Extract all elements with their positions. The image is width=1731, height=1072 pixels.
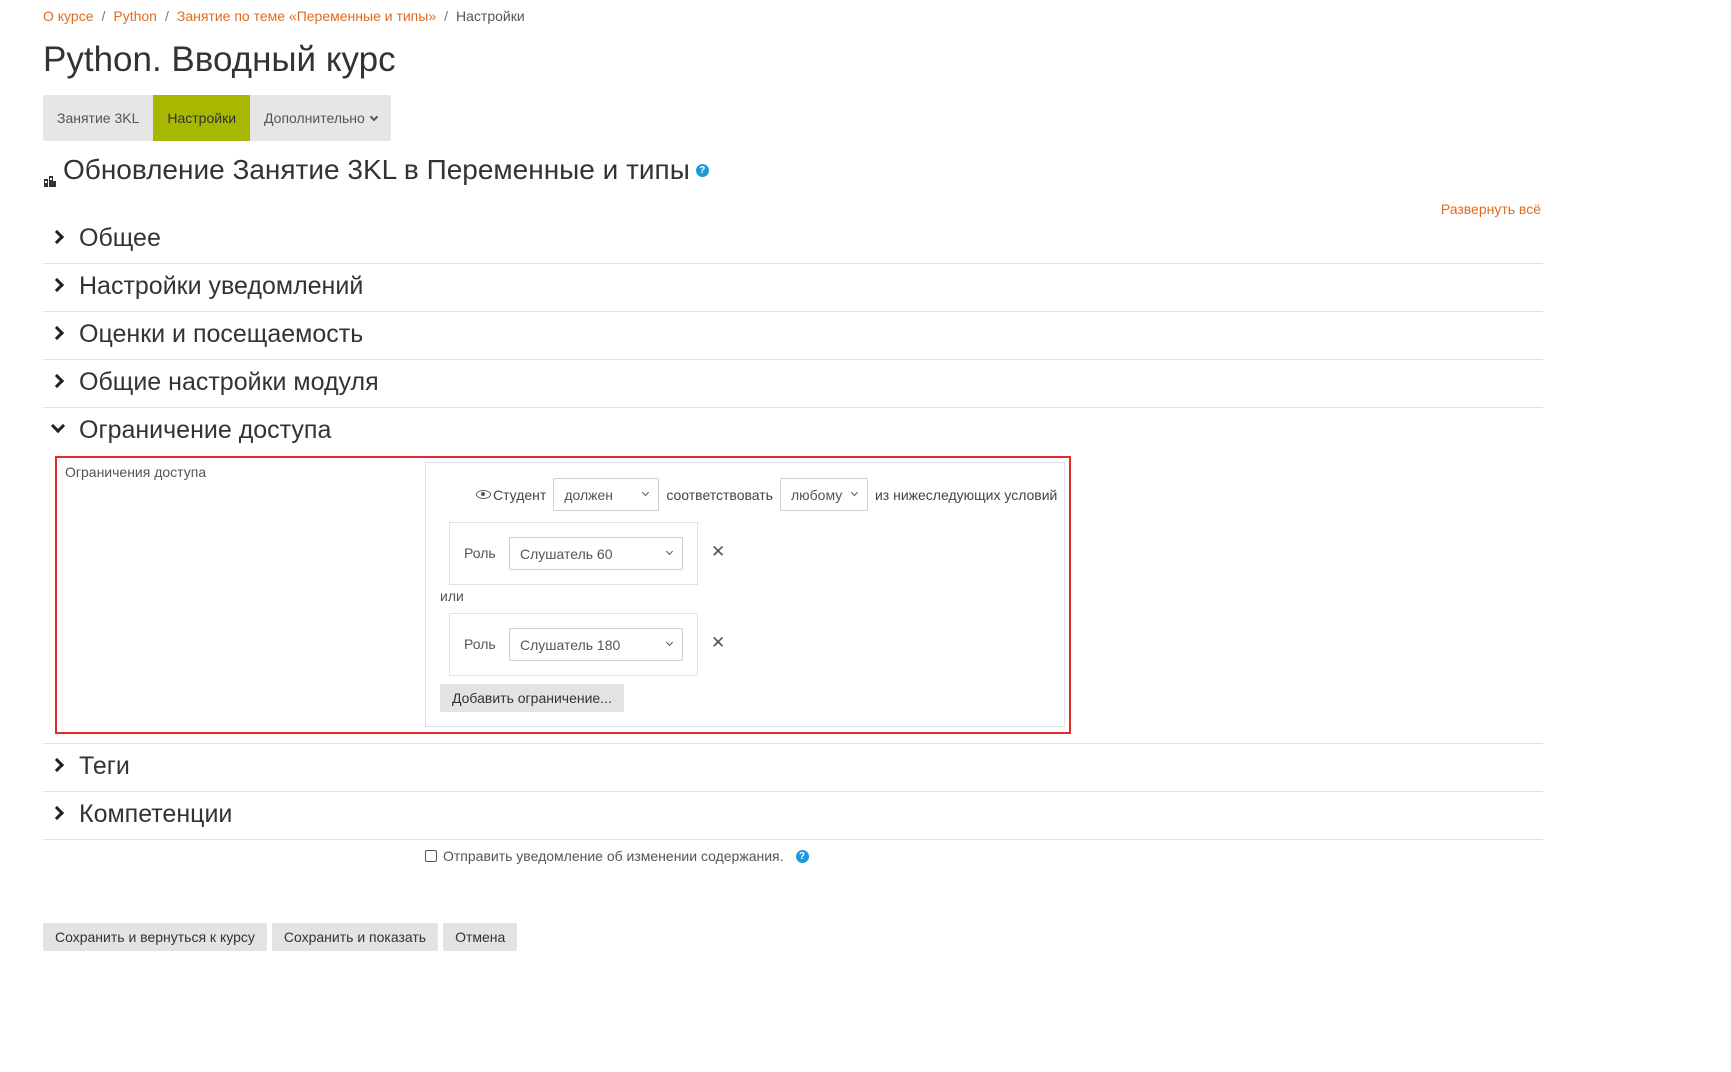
tab-more[interactable]: Дополнительно	[250, 95, 391, 141]
notify-label[interactable]: Отправить уведомление об изменении содер…	[443, 848, 784, 864]
must-select-value: должен	[564, 486, 614, 503]
chevron-down-icon	[369, 112, 379, 122]
module-icon	[43, 163, 57, 187]
section-module-settings[interactable]: Общие настройки модуля	[43, 360, 1543, 408]
form-buttons: Сохранить и вернуться к курсу Сохранить …	[43, 923, 518, 951]
page-title: Python. Вводный курс	[43, 40, 396, 79]
chevron-down-icon	[642, 488, 650, 497]
chevron-down-icon	[665, 638, 674, 647]
breadcrumb-link-course[interactable]: О курсе	[43, 8, 93, 24]
breadcrumb-separator: /	[101, 8, 106, 24]
section-notifications[interactable]: Настройки уведомлений	[43, 264, 1543, 312]
chevron-down-icon	[665, 547, 674, 556]
expand-all-link[interactable]: Развернуть всё	[1441, 201, 1541, 217]
condition-label: Роль	[464, 636, 496, 652]
section-label[interactable]: Ограничение доступа	[79, 416, 331, 445]
delete-condition-icon[interactable]: ✕	[711, 634, 725, 651]
section-tags[interactable]: Теги	[43, 744, 1543, 792]
role-select-value: Слушатель 180	[520, 636, 621, 653]
restrict-access-label: Ограничения доступа	[65, 464, 207, 480]
save-show-button[interactable]: Сохранить и показать	[271, 923, 439, 951]
breadcrumb-separator: /	[444, 8, 449, 24]
role-select-value: Слушатель 60	[520, 545, 613, 562]
secondary-nav: Занятие 3KL Настройки Дополнительно	[43, 95, 391, 141]
any-select-value: любому	[790, 486, 843, 503]
or-label: или	[440, 588, 464, 604]
condition-role-1: Роль Слушатель 60	[449, 522, 698, 585]
match-label: соответствовать	[666, 486, 773, 503]
chevron-down-icon	[851, 489, 859, 496]
chevron-right-icon	[49, 229, 65, 245]
cancel-button[interactable]: Отмена	[443, 923, 518, 951]
edit-heading-text: Обновление Занятие 3KL в Переменные и ти…	[63, 154, 690, 185]
section-label[interactable]: Общие настройки модуля	[79, 368, 379, 397]
breadcrumb: О курсе / Python / Занятие по теме «Пере…	[43, 8, 525, 24]
breadcrumb-link-python[interactable]: Python	[113, 8, 157, 24]
section-label[interactable]: Теги	[79, 752, 130, 781]
section-grades[interactable]: Оценки и посещаемость	[43, 312, 1543, 360]
must-select[interactable]: должен	[553, 478, 660, 511]
availability-header-row: Студент должен соответствовать любому из…	[476, 478, 1057, 511]
breadcrumb-separator: /	[164, 8, 169, 24]
condition-label: Роль	[464, 545, 496, 561]
section-competencies[interactable]: Компетенции	[43, 792, 1543, 840]
role-select[interactable]: Слушатель 180	[509, 628, 683, 661]
chevron-right-icon	[49, 277, 65, 293]
save-return-button[interactable]: Сохранить и вернуться к курсу	[43, 923, 267, 951]
edit-heading: Обновление Занятие 3KL в Переменные и ти…	[43, 154, 709, 187]
student-label: Студент	[493, 486, 547, 503]
tab-lesson[interactable]: Занятие 3KL	[43, 95, 153, 141]
chevron-right-icon	[49, 373, 65, 389]
chevron-down-icon	[50, 418, 66, 434]
section-label[interactable]: Настройки уведомлений	[79, 272, 363, 301]
section-label[interactable]: Общее	[79, 224, 161, 253]
chevron-right-icon	[49, 325, 65, 341]
any-select[interactable]: любому	[779, 478, 868, 511]
breadcrumb-current: Настройки	[456, 8, 525, 24]
conditions-suffix: из нижеследующих условий	[874, 486, 1058, 503]
chevron-right-icon	[49, 757, 65, 773]
help-icon[interactable]: ?	[695, 163, 709, 177]
notify-checkbox[interactable]	[425, 850, 437, 862]
section-label[interactable]: Компетенции	[79, 800, 232, 829]
tab-settings[interactable]: Настройки	[153, 95, 251, 141]
condition-role-2: Роль Слушатель 180	[449, 613, 698, 676]
section-label[interactable]: Оценки и посещаемость	[79, 320, 363, 349]
breadcrumb-link-lesson[interactable]: Занятие по теме «Переменные и типы»	[177, 8, 436, 24]
role-select[interactable]: Слушатель 60	[509, 537, 683, 570]
eye-icon[interactable]	[476, 490, 491, 499]
chevron-right-icon	[49, 805, 65, 821]
add-restriction-button[interactable]: Добавить ограничение...	[440, 684, 624, 712]
tab-more-label: Дополнительно	[264, 110, 365, 126]
delete-condition-icon[interactable]: ✕	[711, 543, 725, 560]
help-icon[interactable]: ?	[795, 849, 809, 863]
notify-row: Отправить уведомление об изменении содер…	[425, 848, 809, 864]
section-general[interactable]: Общее	[43, 216, 1543, 264]
